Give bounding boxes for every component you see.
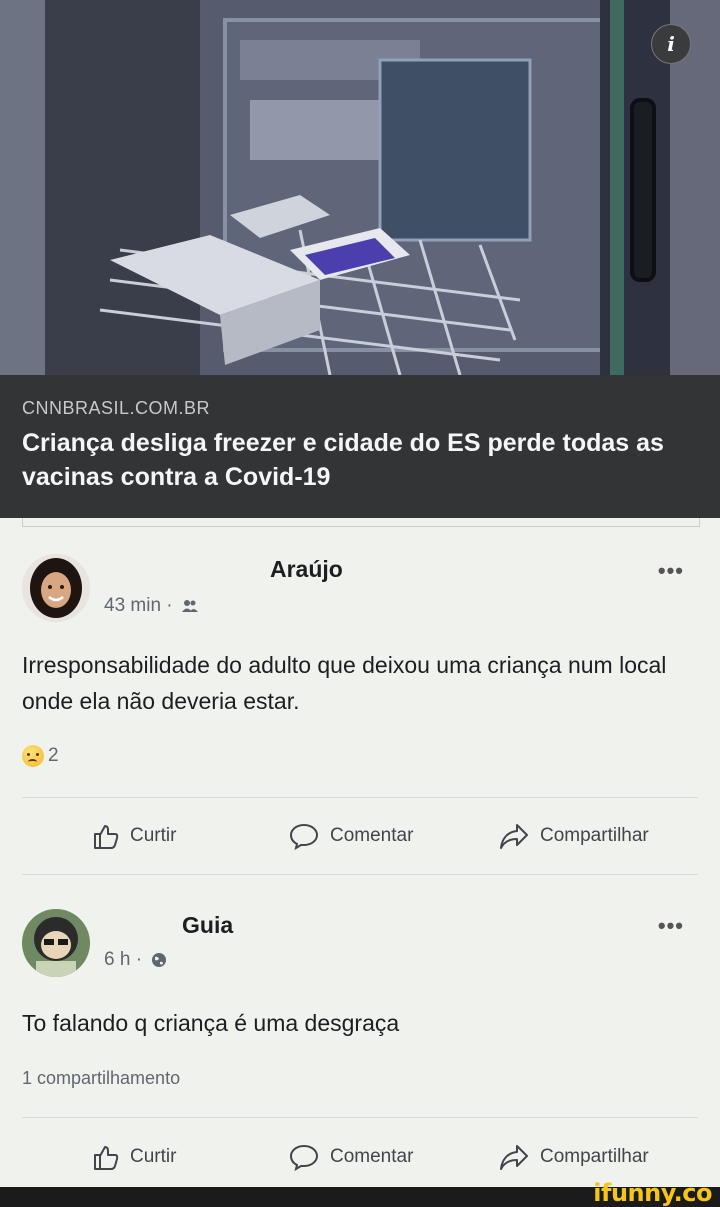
globe-icon [152, 952, 167, 967]
link-preview-image[interactable]: i [0, 0, 720, 375]
comment-label: Comentar [330, 1146, 414, 1167]
post-timestamp[interactable]: 43 min · [104, 595, 198, 617]
comment-label: Comentar [330, 825, 414, 846]
like-button[interactable]: Curtir [92, 1137, 176, 1177]
link-headline[interactable]: Criança desliga freezer e cidade do ES p… [22, 426, 682, 494]
more-options-icon[interactable]: ••• [658, 913, 684, 939]
share-label: Compartilhar [540, 1146, 649, 1167]
vaccine-freezer-photo [0, 0, 720, 375]
share-button[interactable]: Compartilhar [498, 1137, 649, 1177]
comment-button[interactable]: Comentar [288, 1137, 413, 1177]
share-count[interactable]: 1 compartilhamento [22, 1068, 180, 1089]
more-options-icon[interactable]: ••• [658, 558, 684, 584]
link-domain: CNNBRASIL.COM.BR [22, 398, 211, 418]
share-arrow-icon [500, 1145, 528, 1170]
time-text: 6 h · [104, 949, 143, 970]
share-label: Compartilhar [540, 825, 649, 846]
avatar[interactable] [22, 554, 90, 622]
divider [22, 1117, 698, 1118]
comment-button[interactable]: Comentar [288, 816, 413, 856]
friends-icon [181, 599, 198, 612]
post-timestamp[interactable]: 6 h · [104, 949, 167, 971]
comment-1: Araújo 43 min · ••• Irresponsabilidade d… [0, 540, 720, 890]
sad-reaction-icon [22, 745, 44, 767]
info-icon[interactable]: i [651, 24, 691, 64]
comment-2: Guia 6 h · ••• To falando q criança é um… [0, 895, 720, 1187]
comment-bubble-icon [289, 1144, 319, 1171]
action-bar: Curtir Comentar Compartilhar [0, 1137, 720, 1177]
reaction-count: 2 [48, 745, 59, 767]
profile-photo-icon [22, 909, 90, 977]
avatar[interactable] [22, 909, 90, 977]
divider [22, 874, 698, 875]
action-bar: Curtir Comentar Compartilhar [0, 816, 720, 856]
time-text: 43 min · [104, 595, 173, 616]
profile-photo-icon [22, 554, 90, 622]
comment-text: To falando q criança é uma desgraça [22, 1010, 400, 1036]
comment-text: Irresponsabilidade do adulto que deixou … [22, 652, 667, 714]
comment-bubble-icon [289, 823, 319, 850]
share-arrow-icon [500, 824, 528, 849]
like-label: Curtir [130, 1146, 177, 1167]
like-label: Curtir [130, 825, 177, 846]
reaction-summary[interactable]: 2 [22, 745, 59, 767]
thumbs-up-icon [94, 825, 119, 849]
author-name[interactable]: Guia [182, 912, 233, 939]
ifunny-logo: ifunny.co [593, 1179, 712, 1207]
divider [22, 797, 698, 798]
watermark-bar: ifunny.co [0, 1179, 720, 1207]
share-button[interactable]: Compartilhar [498, 816, 649, 856]
link-card-border [22, 518, 700, 527]
like-button[interactable]: Curtir [92, 816, 176, 856]
author-name[interactable]: Araújo [270, 556, 343, 583]
thumbs-up-icon [94, 1146, 119, 1170]
link-preview-caption[interactable]: CNNBRASIL.COM.BR Criança desliga freezer… [0, 375, 720, 518]
